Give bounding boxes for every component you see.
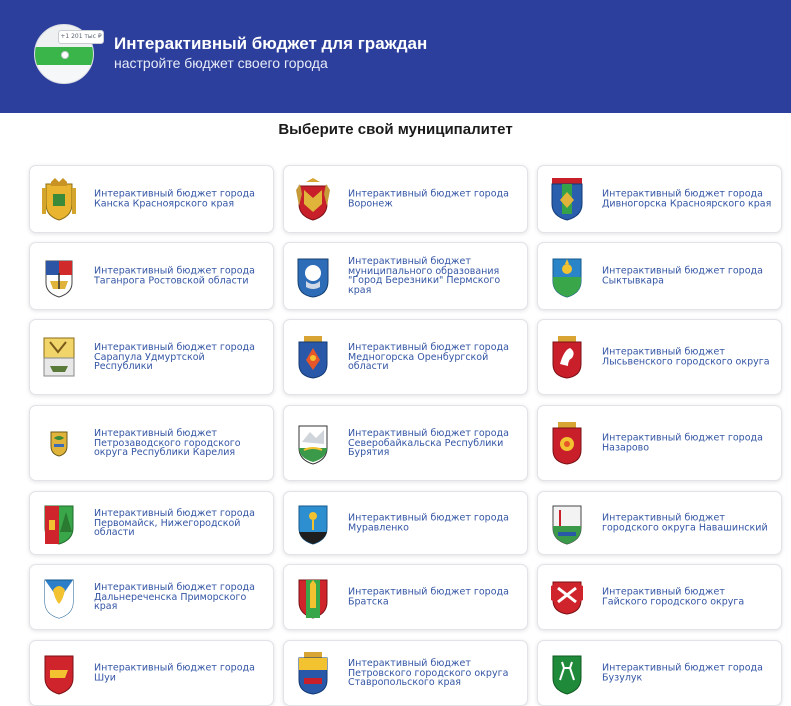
taganrog-crest-icon: [45, 260, 73, 298]
muravlenko-crest-icon: [298, 505, 328, 545]
nazarovo-crest-icon: [552, 422, 582, 465]
municipality-card-mednogorsk[interactable]: Интерактивный бюджет города Медногорска …: [283, 319, 528, 395]
lysva-crest-icon: [552, 336, 582, 379]
municipality-card-buzuluk[interactable]: Интерактивный бюджет города Бузулук: [537, 640, 782, 706]
shuya-crest-icon: [44, 655, 74, 695]
card-label: Интерактивный бюджет города Канска Красн…: [94, 188, 255, 209]
mednogorsk-crest-icon: [298, 336, 328, 379]
syktyvkar-crest-icon: [552, 258, 582, 298]
card-label: Интерактивный бюджет города Медногорска …: [348, 341, 509, 372]
municipality-card-syktyvkar[interactable]: Интерактивный бюджет города Сыктывкара: [537, 242, 782, 310]
card-label: Интерактивный бюджет города Таганрога Ро…: [94, 265, 255, 286]
municipality-card-bratsk[interactable]: Интерактивный бюджет города Братска: [283, 564, 528, 630]
card-label: Интерактивный бюджет муниципального обра…: [348, 256, 501, 296]
site-header: +1 201 тыс ₽ Интерактивный бюджет для гр…: [0, 0, 791, 113]
site-subtitle: настройте бюджет своего города: [114, 55, 328, 71]
municipality-card-kansk[interactable]: Интерактивный бюджет города Канска Красн…: [29, 165, 274, 233]
municipality-card-severobaikalsk[interactable]: Интерактивный бюджет города Северобайкал…: [283, 405, 528, 481]
municipality-card-lysva[interactable]: Интерактивный бюджет Лысьвенского городс…: [537, 319, 782, 395]
navashino-crest-icon: [552, 505, 582, 545]
card-label: Интерактивный бюджет города Сыктывкара: [602, 265, 763, 286]
card-label: Интерактивный бюджет города Братска: [348, 586, 509, 607]
card-label: Интерактивный бюджет Лысьвенского городс…: [602, 346, 770, 367]
municipality-card-sarapul[interactable]: Интерактивный бюджет города Сарапула Удм…: [29, 319, 274, 395]
voronezh-crest-icon: [296, 178, 330, 221]
municipality-card-muravlenko[interactable]: Интерактивный бюджет города Муравленко: [283, 491, 528, 555]
municipality-card-nazarovo[interactable]: Интерактивный бюджет города Назарово: [537, 405, 782, 481]
site-title[interactable]: Интерактивный бюджет для граждан: [114, 34, 427, 54]
petrozavodsk-crest-icon: [50, 431, 68, 457]
dalnerechensk-crest-icon: [44, 579, 74, 619]
card-label: Интерактивный бюджет города Муравленко: [348, 512, 509, 533]
municipality-card-dalnerechensk[interactable]: Интерактивный бюджет города Дальнереченс…: [29, 564, 274, 630]
municipality-card-voronezh[interactable]: Интерактивный бюджет города Воронеж: [283, 165, 528, 233]
card-label: Интерактивный бюджет городского округа Н…: [602, 512, 768, 533]
card-label: Интерактивный бюджет города Дивногорска …: [602, 188, 772, 209]
municipality-card-gai[interactable]: Интерактивный бюджет Гайского городского…: [537, 564, 782, 630]
municipality-card-petrovsky[interactable]: Интерактивный бюджет Петровского городск…: [283, 640, 528, 706]
sarapul-crest-icon: [43, 337, 75, 377]
card-label: Интерактивный бюджет города Северобайкал…: [348, 427, 509, 458]
municipality-card-shuya[interactable]: Интерактивный бюджет города Шуи: [29, 640, 274, 706]
petrovsky-crest-icon: [298, 652, 328, 695]
bratsk-crest-icon: [298, 579, 328, 619]
card-label: Интерактивный бюджет города Первомайск, …: [94, 507, 255, 538]
card-label: Интерактивный бюджет города Воронеж: [348, 188, 509, 209]
logo-hub: [61, 51, 69, 59]
card-label: Интерактивный бюджет города Сарапула Удм…: [94, 341, 255, 372]
municipality-card-navashino[interactable]: Интерактивный бюджет городского округа Н…: [537, 491, 782, 555]
card-label: Интерактивный бюджет города Бузулук: [602, 662, 763, 683]
pervomaisk-crest-icon: [44, 505, 74, 545]
buzuluk-crest-icon: [552, 655, 582, 695]
gai-crest-icon: [551, 581, 583, 615]
card-label: Интерактивный бюджет Гайского городского…: [602, 586, 745, 607]
berezniki-crest-icon: [297, 258, 329, 298]
kansk-crest-icon: [42, 178, 76, 221]
card-label: Интерактивный бюджет города Дальнереченс…: [94, 581, 255, 612]
logo-white-band: [35, 65, 93, 83]
divnogorsk-crest-icon: [551, 178, 583, 221]
municipality-card-taganrog[interactable]: Интерактивный бюджет города Таганрога Ро…: [29, 242, 274, 310]
page-title: Выберите свой муниципалитет: [278, 121, 513, 138]
severobaikalsk-crest-icon: [298, 425, 328, 465]
logo-counter-badge: +1 201 тыс ₽: [58, 30, 104, 44]
municipality-card-pervomaisk[interactable]: Интерактивный бюджет города Первомайск, …: [29, 491, 274, 555]
municipality-card-divnogorsk[interactable]: Интерактивный бюджет города Дивногорска …: [537, 165, 782, 233]
municipality-card-petrozavodsk[interactable]: Интерактивный бюджет Петрозаводского гор…: [29, 405, 274, 481]
card-label: Интерактивный бюджет города Шуи: [94, 662, 255, 683]
card-label: Интерактивный бюджет Петровского городск…: [348, 657, 509, 688]
card-label: Интерактивный бюджет Петрозаводского гор…: [94, 427, 241, 458]
card-label: Интерактивный бюджет города Назарово: [602, 432, 763, 453]
municipality-card-berezniki[interactable]: Интерактивный бюджет муниципального обра…: [283, 242, 528, 310]
